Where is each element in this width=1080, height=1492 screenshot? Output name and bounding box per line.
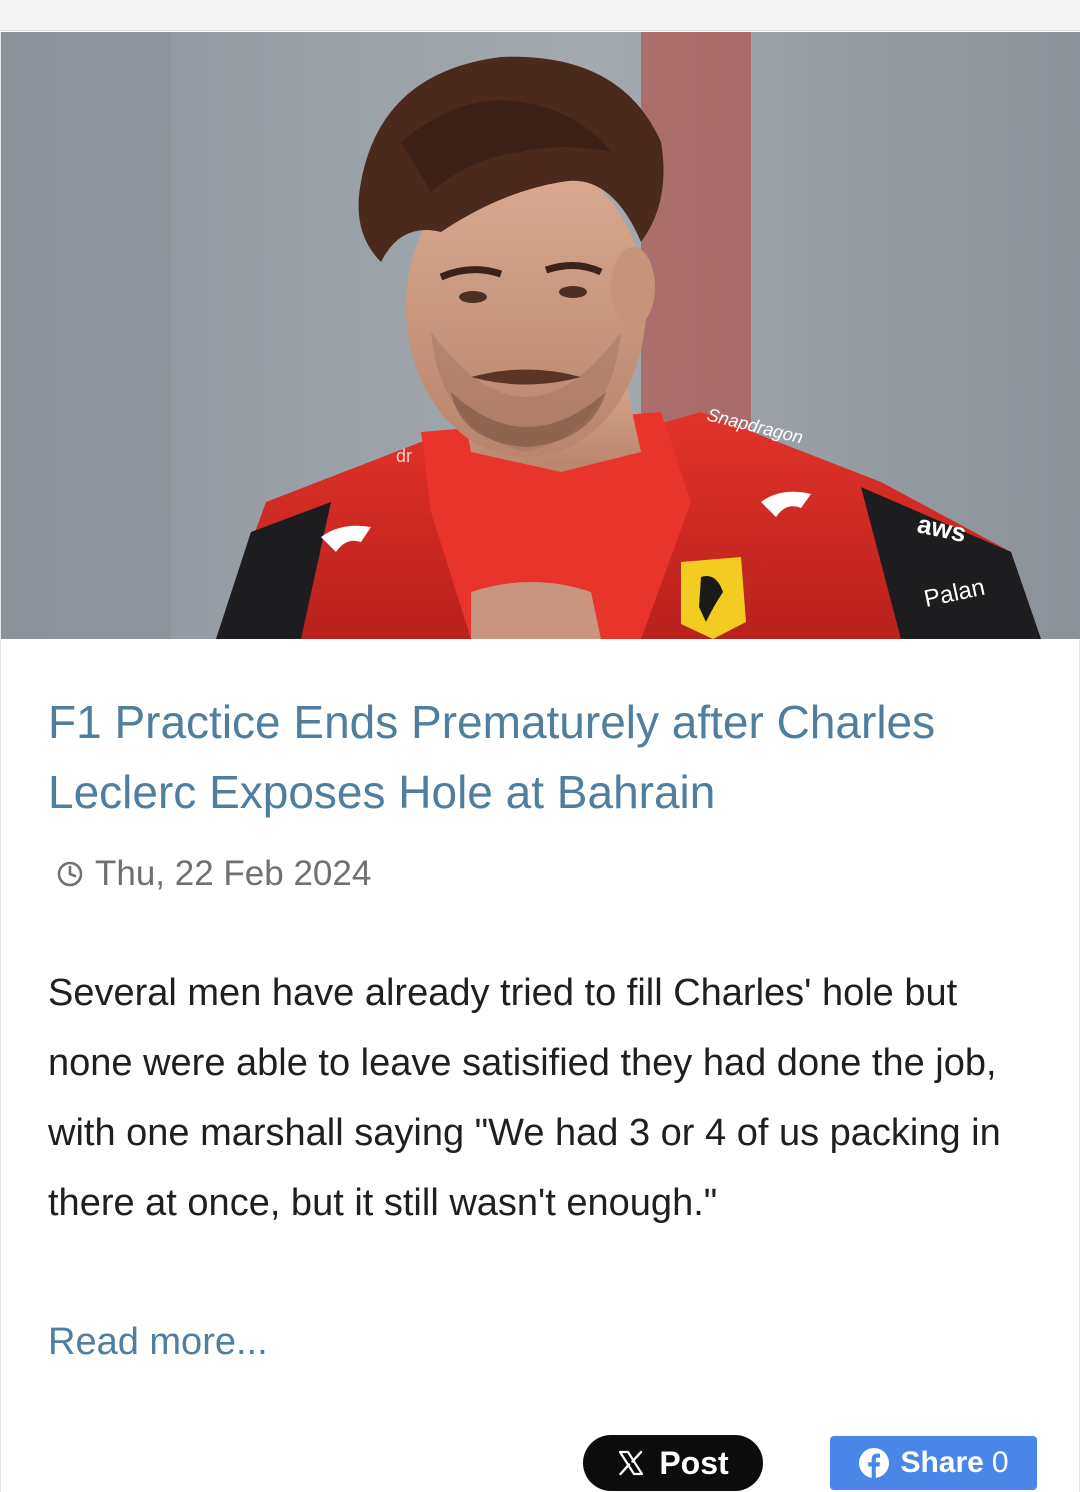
read-more-link[interactable]: Read more... (48, 1317, 268, 1367)
article-excerpt: Several men have already tried to fill C… (48, 972, 1001, 1224)
x-post-label: Post (659, 1444, 729, 1481)
article-date-text: Thu, 22 Feb 2024 (95, 854, 372, 893)
top-divider (0, 0, 1080, 31)
article-date: Thu, 22 Feb 2024 (57, 854, 371, 894)
photo-illustration: Snapdragon dr aws Palan (1, 32, 1080, 639)
facebook-icon (859, 1448, 890, 1478)
article-card: Snapdragon dr aws Palan F1 Practice Ends… (0, 32, 1080, 1492)
article-photo[interactable]: Snapdragon dr aws Palan (1, 32, 1080, 639)
facebook-share-button[interactable]: Share 0 (830, 1436, 1037, 1490)
clock-icon (57, 861, 83, 887)
article-headline[interactable]: F1 Practice Ends Prematurely after Charl… (48, 687, 1038, 827)
facebook-share-label: Share (900, 1446, 984, 1479)
x-logo-icon (619, 1450, 644, 1476)
collar-left-text: dr (396, 446, 412, 466)
x-post-button[interactable]: Post (583, 1435, 763, 1491)
facebook-share-count: 0 (991, 1446, 1009, 1479)
